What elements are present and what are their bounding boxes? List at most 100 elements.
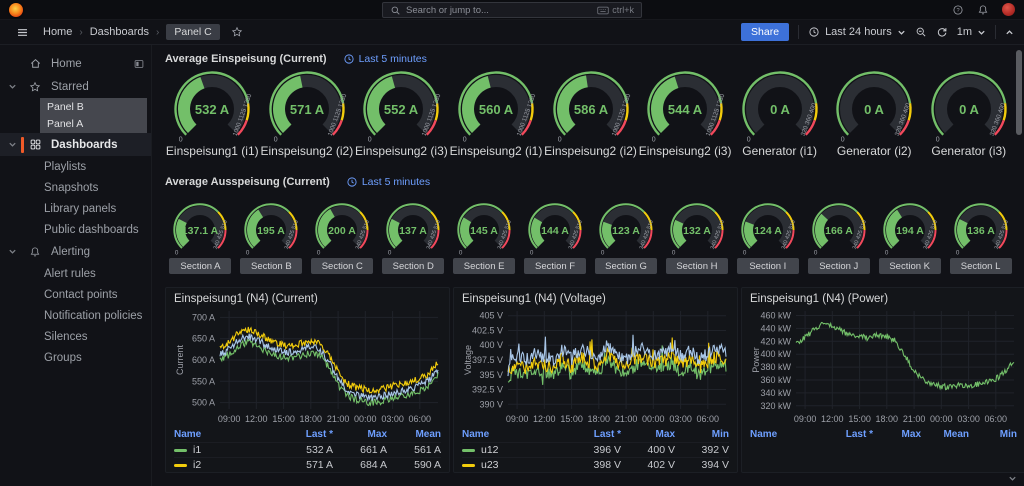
gauge-panel-section-a[interactable]: 0340 425 510137.1 ASection A	[165, 203, 236, 274]
gauge-panel-generator-i1-[interactable]: 0320 360 4000 AGenerator (i1)	[732, 71, 827, 158]
gauge-panel-section-e[interactable]: 0340 425 510145 ASection E	[449, 203, 520, 274]
breadcrumb-home[interactable]: Home	[43, 26, 72, 38]
section-link-section-j[interactable]: Section J	[808, 258, 870, 274]
time-series-plot[interactable]: 320 kW340 kW360 kW380 kW400 kW420 kW440 …	[750, 307, 1019, 426]
chart-panel-einspeisung1-n4-voltage-[interactable]: Einspeisung1 (N4) (Voltage) 390 V392.5 V3…	[453, 287, 738, 473]
row-title[interactable]: Average Einspeisung (Current)	[165, 53, 327, 65]
sidebar-item-snapshots[interactable]: Snapshots	[0, 177, 151, 198]
section-link-section-a[interactable]: Section A	[169, 258, 231, 274]
section-link-section-c[interactable]: Section C	[311, 258, 373, 274]
legend-series-toggle[interactable]: i1	[174, 444, 279, 456]
menu-toggle-icon[interactable]	[16, 26, 29, 39]
breadcrumb-current[interactable]: Panel C	[166, 24, 219, 40]
sidebar-item-starred[interactable]: Starred	[0, 75, 151, 98]
gauge-panel-section-i[interactable]: 0340 425 510124 ASection I	[732, 203, 803, 274]
gauge-panel-einspeisung2-i3-[interactable]: 01000 1125 1250552 AEinspeisung2 (i3)	[354, 71, 449, 158]
gauge: 0340 425 510166 A	[806, 203, 872, 255]
sidebar-item-groups[interactable]: Groups	[0, 347, 151, 368]
sidebar-item-home[interactable]: Home	[0, 52, 151, 75]
scroll-down-chevron-icon[interactable]	[1008, 474, 1017, 483]
section-link-section-d[interactable]: Section D	[382, 258, 444, 274]
sidebar-item-silences[interactable]: Silences	[0, 326, 151, 347]
chart-title[interactable]: Einspeisung1 (N4) (Voltage)	[462, 293, 729, 305]
gauge-panel-section-g[interactable]: 0340 425 510123 ASection G	[591, 203, 662, 274]
gauge-panel-section-c[interactable]: 0340 425 510200 ASection C	[307, 203, 378, 274]
help-icon[interactable]: ?	[952, 4, 964, 16]
sidebar-item-alerting[interactable]: Alerting	[0, 240, 151, 263]
sidebar-item-public-dashboards[interactable]: Public dashboards	[0, 219, 151, 240]
gauge-panel-einspeisung1-i1-[interactable]: 01000 1125 1250532 AEinspeisung1 (i1)	[165, 71, 260, 158]
refresh-button[interactable]	[936, 26, 948, 38]
gauge-panel-section-d[interactable]: 0340 425 510137 ASection D	[378, 203, 449, 274]
share-button[interactable]: Share	[741, 23, 789, 41]
legend-header-name[interactable]: Name	[750, 429, 825, 440]
gauge-panel-generator-i3-[interactable]: 0320 360 4000 AGenerator (i3)	[922, 71, 1017, 158]
section-link-section-f[interactable]: Section F	[524, 258, 586, 274]
zoom-out-button[interactable]	[915, 26, 927, 38]
legend-header-min[interactable]: Min	[675, 429, 729, 440]
gauge-panel-einspeisung2-i2-[interactable]: 01000 1125 1250586 AEinspeisung2 (i2)	[543, 71, 638, 158]
dock-icon[interactable]	[133, 58, 145, 70]
section-link-section-l[interactable]: Section L	[950, 258, 1012, 274]
legend-header-last-[interactable]: Last *	[567, 429, 621, 440]
gauge-panel-einspeisung2-i3-[interactable]: 01000 1125 1250544 AEinspeisung2 (i3)	[638, 71, 733, 158]
section-link-section-e[interactable]: Section E	[453, 258, 515, 274]
chart-title[interactable]: Einspeisung1 (N4) (Power)	[750, 293, 1017, 305]
gauge-panel-section-j[interactable]: 0340 425 510166 A Section J	[803, 203, 874, 274]
sidebar-item-library-panels[interactable]: Library panels	[0, 198, 151, 219]
legend-header-name[interactable]: Name	[462, 429, 567, 440]
favorite-star-icon[interactable]	[231, 26, 243, 38]
chevron-up-icon[interactable]	[1005, 28, 1014, 37]
section-link-section-k[interactable]: Section K	[879, 258, 941, 274]
sidebar-item-panel-b[interactable]: Panel B	[40, 98, 147, 116]
chart-title[interactable]: Einspeisung1 (N4) (Current)	[174, 293, 441, 305]
time-series-plot[interactable]: 500 A550 A600 A650 A700 A09:0012:0015:00…	[174, 307, 443, 426]
gauge-panel-section-k[interactable]: 0340 425 510194 ASection K	[874, 203, 945, 274]
sidebar-item-notification-policies[interactable]: Notification policies	[0, 305, 151, 326]
gauge-panel-section-b[interactable]: 0340 425 510195 ASection B	[236, 203, 307, 274]
legend-header-min[interactable]: Min	[969, 429, 1017, 440]
sidebar-item-panel-a[interactable]: Panel A	[40, 116, 147, 134]
legend-series-toggle[interactable]: u23	[462, 459, 567, 471]
legend-series-toggle[interactable]: i2	[174, 459, 279, 471]
svg-text:137.1 A: 137.1 A	[182, 225, 219, 237]
gauge-panel-section-f[interactable]: 0340 425 510144 ASection F	[520, 203, 591, 274]
legend-header-max[interactable]: Max	[873, 429, 921, 440]
legend-header-mean[interactable]: Mean	[387, 429, 441, 440]
legend-header-mean[interactable]: Mean	[921, 429, 969, 440]
legend-header-name[interactable]: Name	[174, 429, 279, 440]
legend-header-max[interactable]: Max	[621, 429, 675, 440]
legend-series-toggle[interactable]: u12	[462, 444, 567, 456]
refresh-interval-dropdown[interactable]: 1m	[957, 26, 986, 38]
section-link-section-g[interactable]: Section G	[595, 258, 657, 274]
legend-header-max[interactable]: Max	[333, 429, 387, 440]
svg-text:06:00: 06:00	[697, 414, 720, 424]
section-link-section-b[interactable]: Section B	[240, 258, 302, 274]
user-avatar[interactable]	[1002, 3, 1015, 16]
sidebar-item-alert-rules[interactable]: Alert rules	[0, 263, 151, 284]
legend-value: 396 V	[567, 444, 621, 456]
time-range-picker[interactable]: Last 24 hours	[808, 26, 906, 38]
time-series-plot[interactable]: 390 V392.5 V395 V397.5 V400 V402.5 V405 …	[462, 307, 731, 426]
svg-text:586 A: 586 A	[573, 102, 608, 117]
section-link-section-i[interactable]: Section I	[737, 258, 799, 274]
legend-header-last-[interactable]: Last *	[825, 429, 873, 440]
search-input[interactable]: Search or jump to... ctrl+k	[382, 2, 642, 18]
section-link-section-h[interactable]: Section H	[666, 258, 728, 274]
chart-panel-einspeisung1-n4-current-[interactable]: Einspeisung1 (N4) (Current) 500 A550 A600…	[165, 287, 450, 473]
gauge-panel-einspeisung2-i1-[interactable]: 01000 1125 1250560 AEinspeisung2 (i1)	[449, 71, 544, 158]
gauge-panel-generator-i2-[interactable]: 0320 360 4000 AGenerator (i2)	[827, 71, 922, 158]
breadcrumb-dashboards[interactable]: Dashboards	[90, 26, 149, 38]
gauge-panel-einspeisung2-i2-[interactable]: 01000 1125 1250571 AEinspeisung2 (i2)	[260, 71, 355, 158]
gauge-panel-section-l[interactable]: 0340 425 510136 ASection L	[945, 203, 1016, 274]
notifications-bell-icon[interactable]	[977, 4, 989, 16]
row-title[interactable]: Average Ausspeisung (Current)	[165, 176, 330, 188]
sidebar-item-dashboards[interactable]: Dashboards	[0, 133, 151, 156]
legend-header-last-[interactable]: Last *	[279, 429, 333, 440]
sidebar-item-playlists[interactable]: Playlists	[0, 156, 151, 177]
scrollbar-thumb[interactable]	[1016, 50, 1022, 135]
gauge-panel-section-h[interactable]: 0340 425 510132 ASection H	[661, 203, 732, 274]
sidebar-item-contact-points[interactable]: Contact points	[0, 284, 151, 305]
grafana-logo[interactable]	[9, 3, 23, 17]
chart-panel-einspeisung1-n4-power-[interactable]: Einspeisung1 (N4) (Power) 320 kW340 kW360…	[741, 287, 1024, 473]
